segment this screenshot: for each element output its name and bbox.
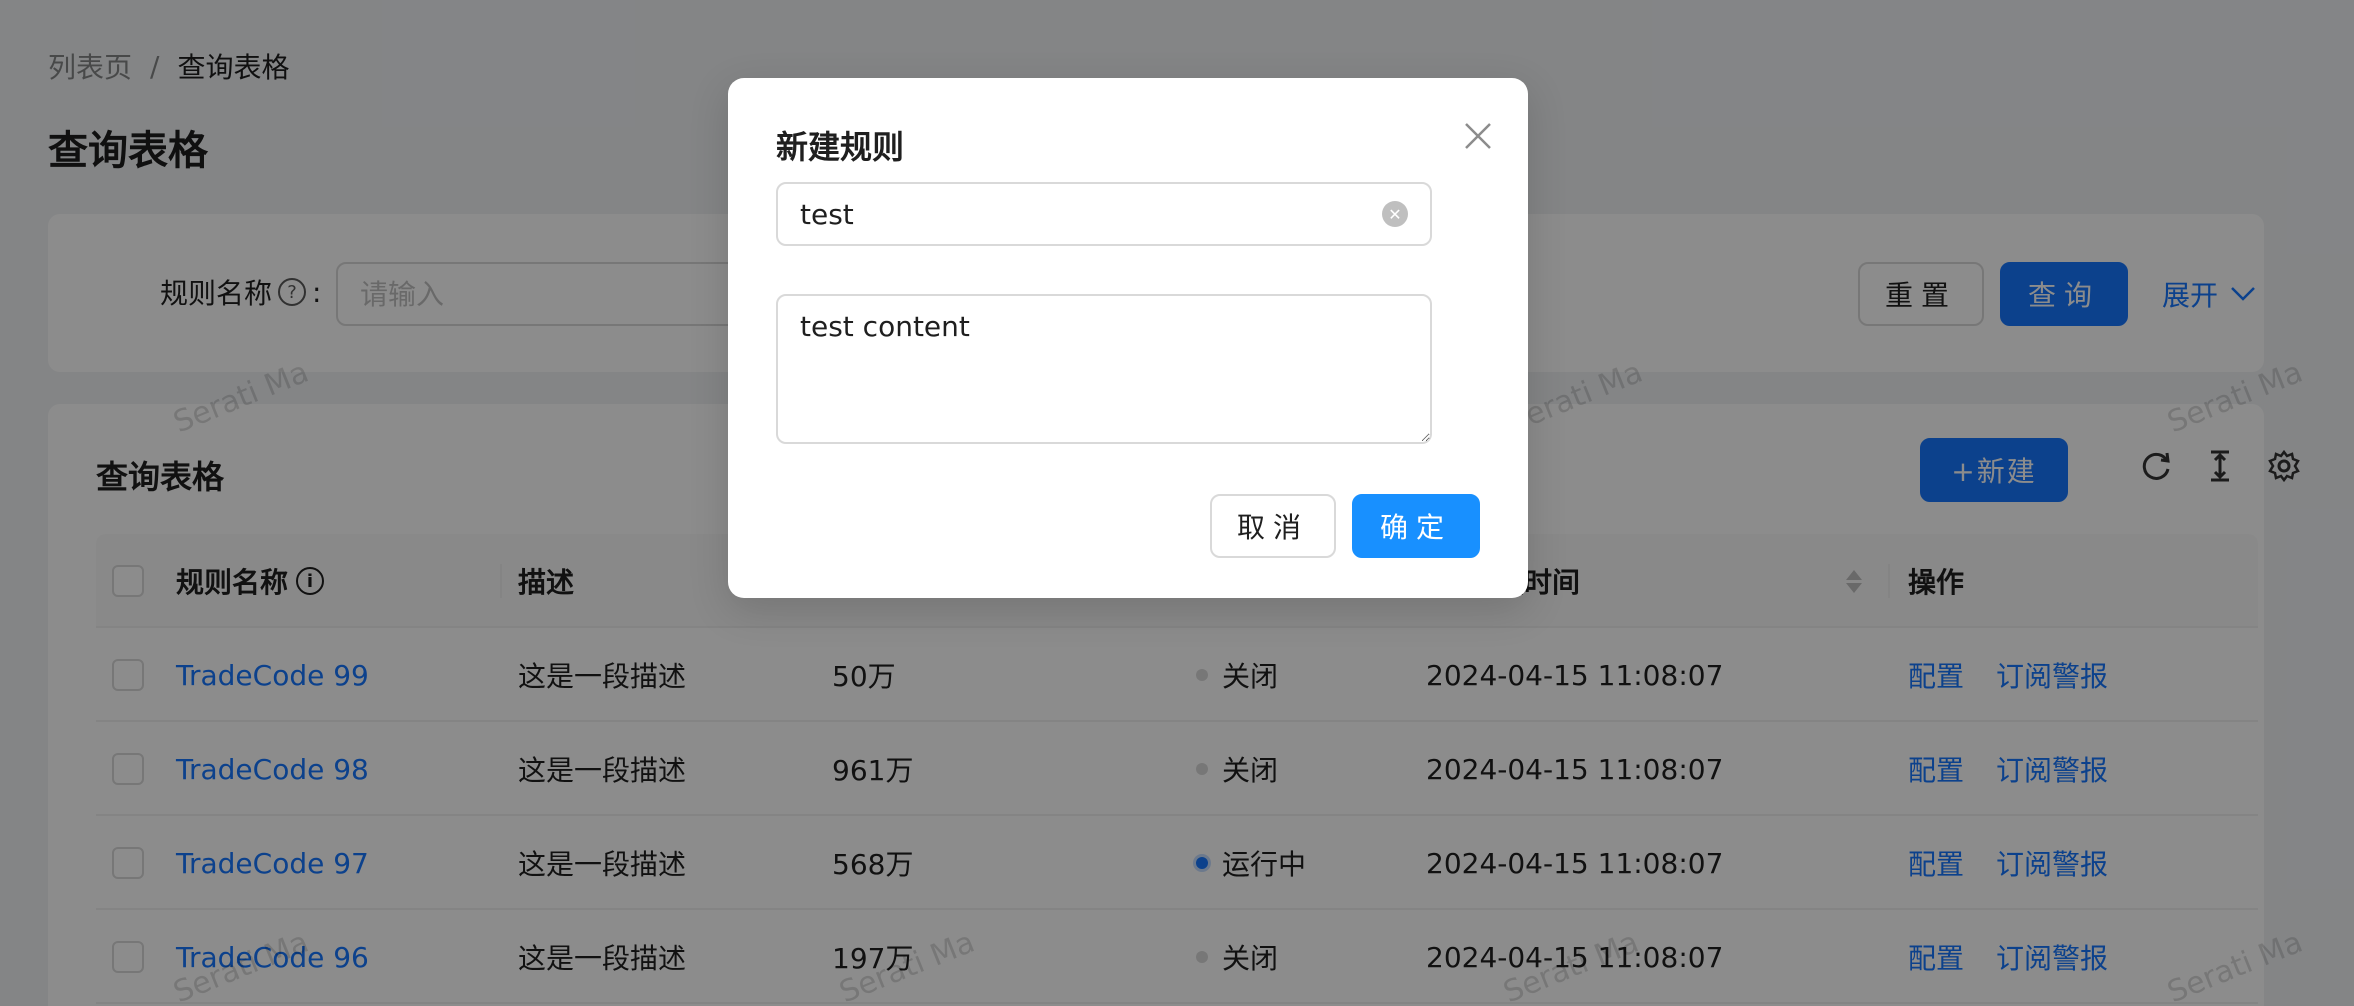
modal-title: 新建规则 (776, 128, 905, 166)
ok-button[interactable]: 确定 (1352, 494, 1480, 558)
rule-name-input[interactable] (800, 197, 1382, 231)
close-circle-icon[interactable]: ✕ (1382, 201, 1408, 227)
cancel-button[interactable]: 取消 (1210, 494, 1336, 558)
new-rule-modal: 新建规则 ✕ test content 取消 确定 (728, 78, 1528, 598)
page: 列表页 / 查询表格 查询表格 规则名称 ? : 重置 查询 展开 查询表格 +… (0, 0, 2354, 1006)
rule-content-textarea[interactable]: test content (776, 294, 1432, 444)
rule-name-input-wrapper: ✕ (776, 182, 1432, 246)
close-icon[interactable] (1456, 114, 1500, 158)
